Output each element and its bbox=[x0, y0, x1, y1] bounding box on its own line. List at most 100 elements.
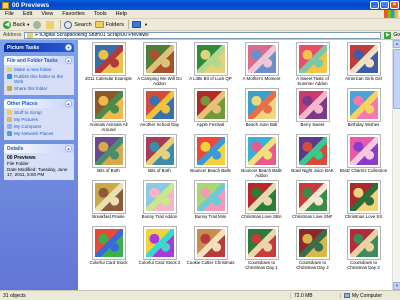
thumbnail-item[interactable]: Animals Animals All Around bbox=[83, 88, 134, 134]
thumbnail-frame[interactable] bbox=[142, 180, 177, 214]
thumbnail-frame[interactable] bbox=[91, 42, 126, 76]
task-make-folder[interactable]: Make a new folder bbox=[7, 67, 71, 72]
thumbnail-item[interactable]: Bounce! Beach Balls Addon bbox=[236, 134, 287, 180]
thumbnail-item[interactable]: Bits of Both bbox=[83, 134, 134, 180]
thumbnail-item[interactable]: Christmas Love SBA bbox=[236, 180, 287, 226]
thumbnail-frame[interactable] bbox=[346, 180, 381, 214]
thumbnail-item[interactable]: Cookie Cutter Christmas bbox=[185, 226, 236, 272]
thumbnail-item[interactable]: Bunny Trail Addon bbox=[134, 180, 185, 226]
thumbnail-frame[interactable] bbox=[91, 88, 126, 122]
place-stuff-to-scrap[interactable]: Stuff to Scrap bbox=[7, 110, 71, 115]
go-label[interactable]: Go bbox=[393, 32, 400, 38]
thumbnail-item[interactable]: 2011 Calendar Example bbox=[83, 42, 134, 88]
thumbnail-frame[interactable] bbox=[244, 88, 279, 122]
object-count: 31 objects bbox=[3, 292, 26, 299]
thumbnail-item[interactable]: Bits of Both bbox=[134, 134, 185, 180]
thumbnail-frame[interactable] bbox=[244, 226, 279, 260]
thumbnail-frame[interactable] bbox=[142, 226, 177, 260]
thumbnail-item[interactable]: A Little Bit of Luck QP bbox=[185, 42, 236, 88]
file-folder-tasks-header[interactable]: File and Folder Tasks ▲ bbox=[4, 56, 74, 65]
thumbnail-item[interactable]: Another School Day bbox=[134, 88, 185, 134]
thumbnail-frame[interactable] bbox=[142, 134, 177, 168]
folders-button[interactable]: Folders bbox=[94, 21, 124, 28]
thumbnail-item[interactable]: A Sweet Taste of Summer Addon bbox=[287, 42, 338, 88]
thumbnail-frame[interactable] bbox=[346, 226, 381, 260]
thumbnail-item[interactable]: Birthday Wishes bbox=[338, 88, 389, 134]
other-places-header[interactable]: Other Places ▲ bbox=[4, 99, 74, 108]
chevron-up-icon[interactable]: ▲ bbox=[65, 145, 72, 152]
scrollbar-thumb[interactable] bbox=[393, 49, 400, 109]
menu-tools[interactable]: Tools bbox=[94, 11, 107, 17]
thumbnail-label: 2011 Calendar Example bbox=[85, 76, 132, 81]
thumbnail-frame[interactable] bbox=[346, 88, 381, 122]
thumbnail-item[interactable]: A Mother's Moment bbox=[236, 42, 287, 88]
thumbnail-frame[interactable] bbox=[244, 134, 279, 168]
chevron-up-icon[interactable]: ▲ bbox=[65, 100, 72, 107]
back-button[interactable]: ◀ Back ▼ bbox=[3, 20, 30, 29]
thumbnail-item[interactable]: Christmas Love SNF bbox=[287, 180, 338, 226]
thumbnail-frame[interactable] bbox=[91, 180, 126, 214]
maximize-button[interactable]: □ bbox=[380, 1, 389, 9]
thumbnail-item[interactable]: Bounce! Beach Balls bbox=[185, 134, 236, 180]
thumbnail-item[interactable]: Breakfast Prairie bbox=[83, 180, 134, 226]
menu-help[interactable]: Help bbox=[116, 11, 127, 17]
menu-file[interactable]: File bbox=[5, 11, 14, 17]
thumbnail-frame[interactable] bbox=[295, 42, 330, 76]
thumbnail-item[interactable]: Bowl Night Juice BAK bbox=[287, 134, 338, 180]
thumbnail-frame[interactable] bbox=[346, 42, 381, 76]
close-button[interactable]: × bbox=[390, 1, 399, 9]
thumbnail-item[interactable]: Berry Sweet bbox=[287, 88, 338, 134]
menu-favorites[interactable]: Favorites bbox=[62, 11, 85, 17]
thumbnail-item[interactable]: Countdown to Christmas Day 3 bbox=[338, 226, 389, 272]
address-input[interactable]: F:\Digital Scrapbooking Stuff\01 Scrap\0… bbox=[24, 31, 382, 39]
thumbnail-item[interactable]: Colorful Card Stock bbox=[83, 226, 134, 272]
thumbnail-frame[interactable] bbox=[295, 134, 330, 168]
thumbnail-item[interactable]: Colorful Card Stock 2 bbox=[134, 226, 185, 272]
thumbnail-item[interactable]: Christmas Love SS bbox=[338, 180, 389, 226]
place-my-pictures[interactable]: My Pictures bbox=[7, 117, 71, 122]
chevron-up-icon[interactable]: ▲ bbox=[65, 57, 72, 64]
thumbnail-item[interactable]: A Camping We Will Go Addon bbox=[134, 42, 185, 88]
thumbnail-item[interactable]: Beach June Ball bbox=[236, 88, 287, 134]
task-share-folder[interactable]: Share this folder bbox=[7, 86, 71, 91]
views-button[interactable]: ▼ bbox=[131, 21, 148, 28]
place-network[interactable]: My Network Places bbox=[7, 131, 71, 136]
thumbnail-frame[interactable] bbox=[91, 134, 126, 168]
thumbnail-frame[interactable] bbox=[142, 88, 177, 122]
thumbnail-frame[interactable] bbox=[193, 226, 228, 260]
thumbnail-frame[interactable] bbox=[346, 134, 381, 168]
thumbnail-item[interactable]: Countdown to Christmas Day 1 bbox=[236, 226, 287, 272]
thumbnail-frame[interactable] bbox=[142, 42, 177, 76]
thumbnail-item[interactable]: American Girls Girl bbox=[338, 42, 389, 88]
thumbnail-frame[interactable] bbox=[193, 88, 228, 122]
go-button[interactable]: ▶ bbox=[384, 31, 392, 39]
thumbnail-item[interactable]: Bratz Charmz Collection bbox=[338, 134, 389, 180]
thumbnail-item[interactable]: Countdown to Christmas Day 2 bbox=[287, 226, 338, 272]
task-publish-web[interactable]: Publish this folder to the Web bbox=[7, 74, 71, 84]
thumbnail-frame[interactable] bbox=[91, 226, 126, 260]
thumbnail-frame[interactable] bbox=[295, 226, 330, 260]
vertical-scrollbar[interactable]: ▲ ▼ bbox=[392, 40, 400, 290]
thumbnail-frame[interactable] bbox=[193, 180, 228, 214]
up-button[interactable] bbox=[46, 20, 56, 29]
thumbnail-frame[interactable] bbox=[244, 180, 279, 214]
place-my-computer[interactable]: My Computer bbox=[7, 124, 71, 129]
scroll-down-icon[interactable]: ▼ bbox=[393, 282, 400, 290]
picture-tasks-header[interactable]: Picture Tasks ▼ bbox=[4, 43, 74, 52]
menu-view[interactable]: View bbox=[41, 11, 53, 17]
menu-edit[interactable]: Edit bbox=[23, 11, 32, 17]
details-header[interactable]: Details ▲ bbox=[4, 144, 74, 153]
thumbnail-frame[interactable] bbox=[244, 42, 279, 76]
thumbnail-frame[interactable] bbox=[295, 180, 330, 214]
chevron-down-icon[interactable]: ▼ bbox=[65, 44, 72, 51]
thumbnail-item[interactable]: Bunny Trail Mini bbox=[185, 180, 236, 226]
thumbnail-frame[interactable] bbox=[295, 88, 330, 122]
address-bar: Address F:\Digital Scrapbooking Stuff\01… bbox=[0, 31, 400, 40]
minimize-button[interactable]: _ bbox=[370, 1, 379, 9]
thumbnail-item[interactable]: Apple Festival bbox=[185, 88, 236, 134]
search-button[interactable]: Search bbox=[64, 20, 92, 29]
scroll-up-icon[interactable]: ▲ bbox=[393, 40, 400, 48]
forward-button[interactable] bbox=[33, 20, 43, 29]
thumbnail-frame[interactable] bbox=[193, 42, 228, 76]
thumbnail-frame[interactable] bbox=[193, 134, 228, 168]
